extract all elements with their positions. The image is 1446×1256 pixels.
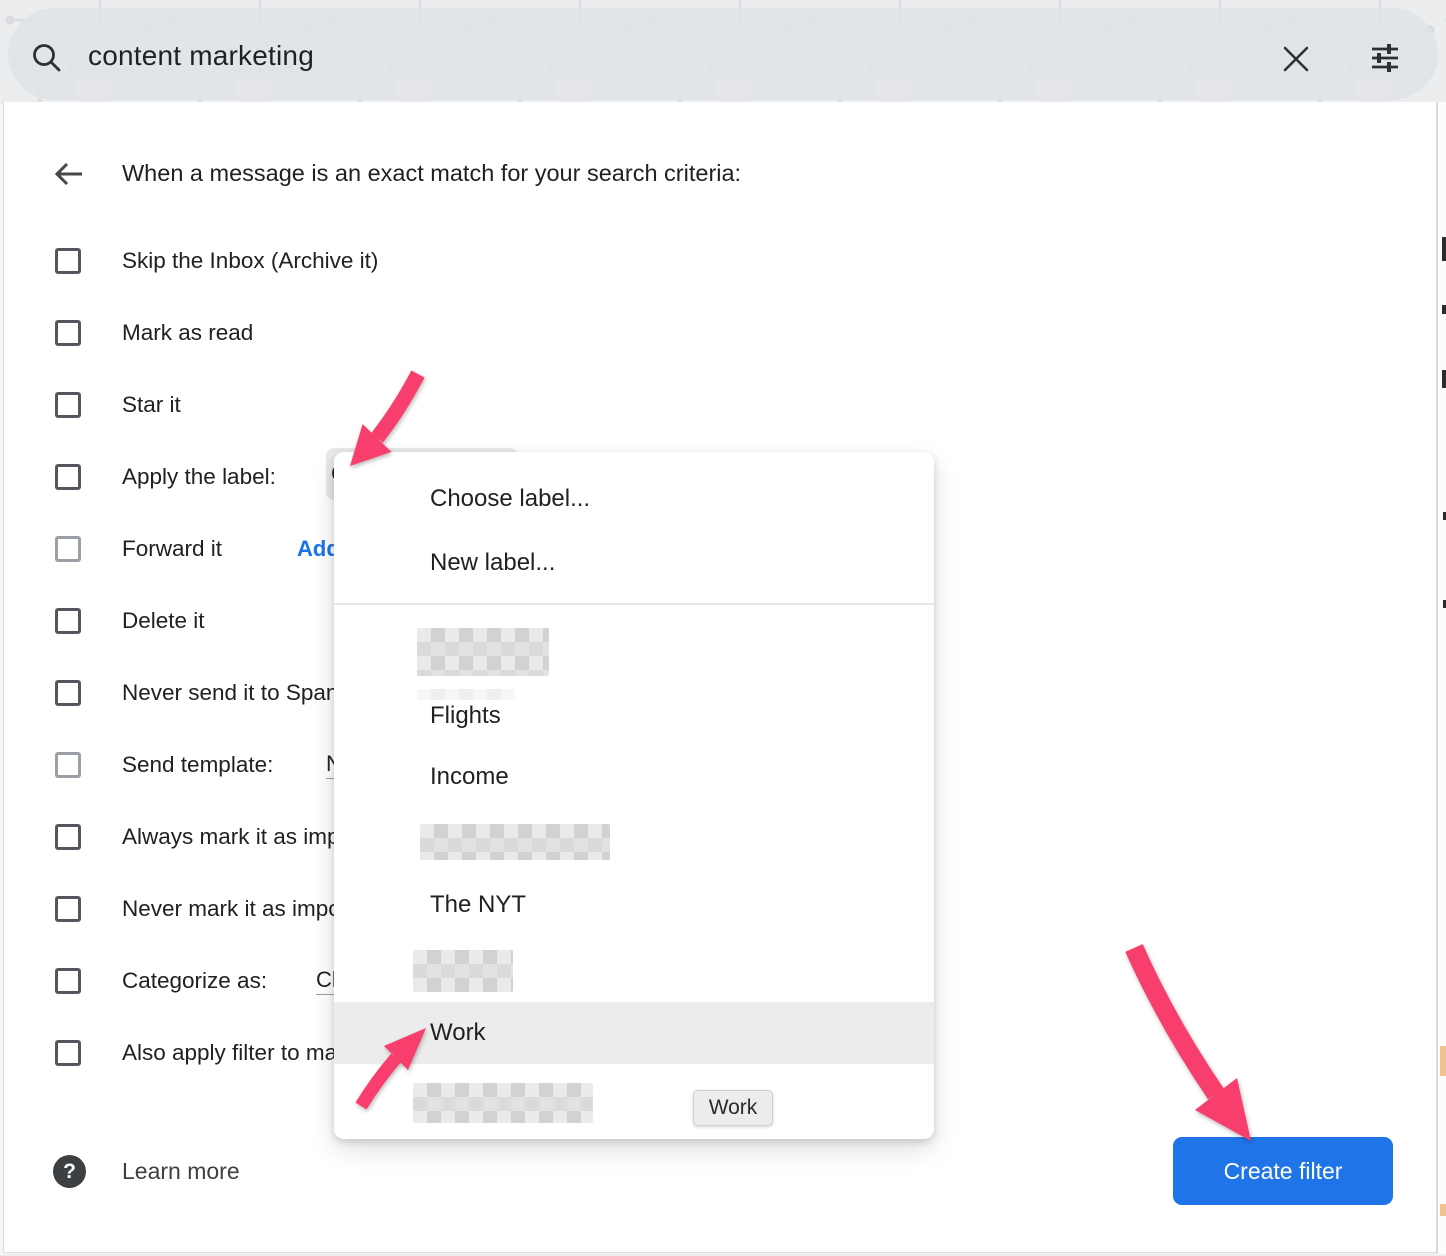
checkbox-skip-inbox[interactable]: [55, 248, 81, 274]
help-icon[interactable]: ?: [53, 1155, 86, 1188]
back-arrow-icon[interactable]: [52, 158, 86, 190]
checkbox-forward-it[interactable]: [55, 536, 81, 562]
option-row-star-it: Star it: [55, 390, 181, 420]
option-row-send-template: Send template: N: [55, 750, 273, 780]
background-app-sliver: [1437, 102, 1446, 1254]
option-label: Skip the Inbox (Archive it): [122, 248, 378, 274]
option-label: Never send it to Spam: [122, 680, 345, 706]
checkbox-also-apply[interactable]: [55, 1040, 81, 1066]
close-icon[interactable]: [1282, 45, 1310, 73]
menu-item-work-highlighted[interactable]: Work: [334, 1002, 934, 1064]
tune-icon[interactable]: [1370, 43, 1400, 73]
menu-item-new-label[interactable]: New label...: [430, 548, 555, 578]
redacted-label-item[interactable]: [413, 950, 513, 992]
search-icon[interactable]: [30, 42, 64, 76]
create-filter-button[interactable]: Create filter: [1173, 1137, 1393, 1205]
checkbox-categorize-as[interactable]: [55, 968, 81, 994]
option-label: Mark as read: [122, 320, 253, 346]
checkbox-never-important[interactable]: [55, 896, 81, 922]
checkbox-never-spam[interactable]: [55, 680, 81, 706]
redacted-label-item[interactable]: [413, 1083, 593, 1123]
checkbox-apply-label[interactable]: [55, 464, 81, 490]
checkbox-delete-it[interactable]: [55, 608, 81, 634]
option-row-never-spam: Never send it to Spam: [55, 678, 345, 708]
option-label: Categorize as:: [122, 968, 267, 994]
option-label: Apply the label:: [122, 464, 276, 490]
checkbox-send-template[interactable]: [55, 752, 81, 778]
checkbox-always-important[interactable]: [55, 824, 81, 850]
option-row-delete-it: Delete it: [55, 606, 205, 636]
checkbox-star-it[interactable]: [55, 392, 81, 418]
option-label: Forward it: [122, 536, 222, 562]
menu-item-flights[interactable]: Flights: [430, 701, 501, 731]
label-menu: Choose label... New label... Flights Inc…: [334, 452, 934, 1139]
work-tooltip: Work: [693, 1090, 773, 1126]
option-row-apply-label: Apply the label:: [55, 462, 276, 492]
option-row-mark-read: Mark as read: [55, 318, 253, 348]
option-row-categorize-as: Categorize as: Choose category...: [55, 966, 267, 996]
menu-divider: [334, 603, 934, 605]
search-input[interactable]: content marketing: [88, 40, 314, 72]
learn-more-link[interactable]: Learn more: [122, 1158, 240, 1185]
redacted-label-item[interactable]: [417, 628, 549, 676]
option-row-forward-it: Forward it Add forwarding address: [55, 534, 222, 564]
menu-item-choose-label[interactable]: Choose label...: [430, 484, 590, 514]
menu-item-work-label: Work: [430, 1018, 486, 1048]
option-label: Send template:: [122, 752, 273, 778]
page-title: When a message is an exact match for you…: [122, 160, 741, 187]
option-row-skip-inbox: Skip the Inbox (Archive it): [55, 246, 378, 276]
option-label: Delete it: [122, 608, 205, 634]
menu-item-income[interactable]: Income: [430, 762, 509, 792]
checkbox-mark-read[interactable]: [55, 320, 81, 346]
option-label: Star it: [122, 392, 181, 418]
redacted-label-item[interactable]: [420, 824, 610, 860]
menu-item-the-nyt[interactable]: The NYT: [430, 890, 526, 920]
redacted-label-fragment: [417, 689, 515, 700]
